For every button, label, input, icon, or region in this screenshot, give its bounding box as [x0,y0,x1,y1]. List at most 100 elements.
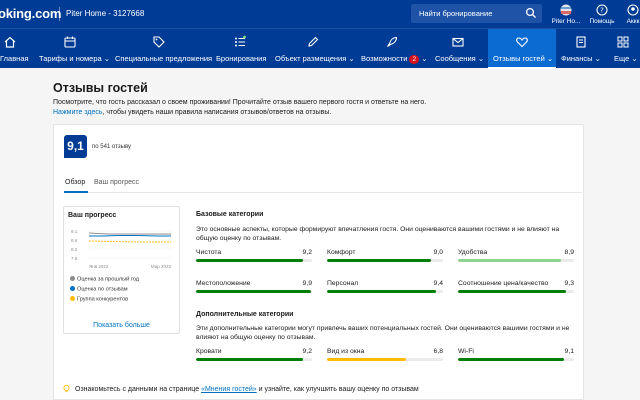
legend-label: Оценка по отзывам [77,286,128,293]
nav-label: Объект размещения [275,54,347,63]
category-name: Соотношение цена/качество [458,280,549,287]
score-bar [327,259,443,262]
svg-text:?: ? [600,7,604,15]
search-icon[interactable] [525,7,537,19]
category-beds: Кровати 9,2 [196,348,312,364]
user-menu[interactable]: Piter Ho... [547,4,585,25]
nav-reviews[interactable]: Отзывы гостей ⌄ [488,29,556,69]
category-wifi: Wi-Fi 9,1 [458,348,574,364]
score-bar [327,290,443,293]
active-tab-indicator [64,191,88,193]
category-name: Wi-Fi [458,348,474,355]
series-review-score [89,235,171,237]
lightbulb-icon [63,384,70,392]
category-name: Чистота [196,249,222,256]
nav-more[interactable]: Еще ⌄ [606,29,640,69]
nav-label: Тарифы и номера [39,54,102,63]
series-last-year [88,232,171,235]
question-icon: ? [596,4,608,16]
category-name: Местоположение [196,280,251,287]
nav-label: Еще [614,54,630,63]
tab-overview[interactable]: Обзор [65,179,85,186]
score-bar [196,358,312,361]
tip-text-before: Ознакомьтесь с данными на странице [75,386,202,393]
nav-rates[interactable]: Тарифы и номера ⌄ [34,29,110,69]
category-facilities: Удобства 8,9 [458,249,574,265]
page-title: Отзывы гостей [53,81,148,95]
score-bar-fill [196,358,303,361]
tab-progress[interactable]: Ваш прогресс [94,179,139,186]
score-bar-fill [458,259,562,262]
help-label: Помощь [589,18,615,25]
brand-logo[interactable]: oking.com [0,6,61,21]
category-score: 9,0 [433,249,443,256]
category-score: 6,8 [433,348,443,355]
score-bar-fill [327,259,432,262]
envelope-icon [452,37,464,47]
legend-dot [70,286,75,291]
nav-label: Бронирования [216,54,267,63]
chevron-down-icon: ⌄ [631,54,638,63]
category-value-for-money: Соотношение цена/качество 9,3 [458,280,574,296]
document-icon [576,36,586,48]
y-tick: 7.8 [71,256,78,261]
progress-title: Ваш прогресс [68,212,117,219]
progress-chart: 9.1 8.6 8.2 7.8 Янв 2022 Мар 2023 [71,229,171,269]
category-score: 9,9 [302,280,312,287]
search-placeholder: Найти бронирование [419,9,493,18]
chevron-down-icon: ⌄ [546,54,554,63]
avatar-icon [560,4,572,16]
show-more-link[interactable]: Показать больше [64,322,179,329]
nav-messages[interactable]: Сообщения ⌄ [428,29,488,69]
category-score: 9,4 [433,280,443,287]
y-tick: 9.1 [71,229,78,234]
score-bar [458,290,574,293]
nav-label: Возможности [361,54,408,63]
guidelines-link[interactable]: Нажмите здесь [53,109,103,116]
booking-search-input[interactable]: Найти бронирование [411,4,542,23]
nav-offers[interactable]: Специальные предложения [106,29,213,69]
account-icon [627,4,639,16]
y-tick: 8.2 [71,247,78,252]
user-label: Piter Ho... [551,18,581,25]
base-categories-title: Базовые категории [196,211,264,218]
score-bar-fill [327,290,437,293]
chevron-down-icon: ⌄ [421,54,428,63]
legend-item: Оценка по отзывам [70,286,128,293]
grid-icon [617,36,629,48]
nav-label: Главная [0,54,29,63]
category-score: 8,9 [564,249,574,256]
guest-insights-link[interactable]: «Мнения гостей» [201,386,257,393]
category-name: Удобства [458,249,488,256]
legend-item: Оценка за прошлый год [70,276,139,283]
category-score: 9,2 [302,348,312,355]
nav-home[interactable]: Главная [0,29,34,69]
hotel-name[interactable]: Piter Home - 3127668 [66,9,144,18]
chevron-down-icon: ⌄ [594,54,601,63]
chevron-down-icon: ⌄ [348,54,355,63]
base-categories-desc: Это основные аспекты, которые формируют … [196,226,560,242]
nav-label: Специальные предложения [115,54,213,63]
score-bar [196,259,312,262]
nav-opportunities[interactable]: Возможности 2 ⌄ [356,29,428,69]
tab-divider [64,192,582,193]
nav-property[interactable]: Объект размещения ⌄ [270,29,356,69]
rocket-icon [387,36,398,47]
account-button[interactable]: Аккк [614,4,640,25]
nav-label: Финансы [561,54,593,63]
category-staff: Персонал 9,4 [327,280,443,296]
calendar-icon [64,36,76,48]
nav-finance[interactable]: Финансы ⌄ [556,29,606,69]
score-bar-fill [196,290,311,293]
main-nav: Главная Тарифы и номера ⌄ Специальные пр… [0,28,640,69]
list-icon [235,35,246,47]
category-location: Местоположение 9,9 [196,280,312,296]
review-score-badge: 9,1 [64,135,87,158]
account-label: Аккк [626,18,640,25]
category-score: 9,1 [564,348,574,355]
legend-label: Группа конкурентов [77,296,129,303]
score-bar [327,358,443,361]
nav-bookings[interactable]: Бронирования [210,29,270,69]
score-bar-fill [196,259,303,262]
extra-categories-title: Дополнительные категории [196,311,294,318]
